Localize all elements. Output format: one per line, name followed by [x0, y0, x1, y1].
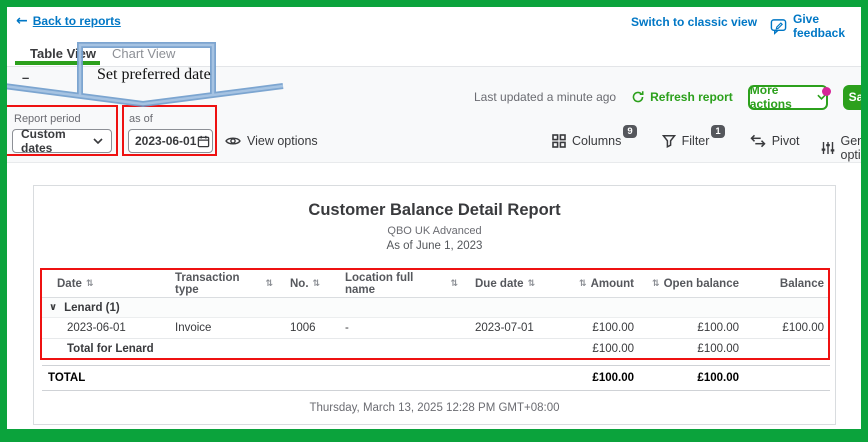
- group-total-open-balance: £100.00: [642, 343, 747, 355]
- app-window: ← Back to reports Switch to classic view…: [0, 0, 868, 442]
- toolbar-actions-row: Last updated a minute ago Refresh report…: [474, 84, 868, 110]
- back-to-reports-link[interactable]: ← Back to reports: [16, 13, 121, 29]
- cell-location: -: [332, 322, 462, 334]
- cell-amount: £100.00: [547, 322, 642, 334]
- col-header-due-date[interactable]: Due date ⇅: [462, 278, 547, 290]
- table-header-row: Date ⇅ Transaction type ⇅ No. ⇅ Location…: [42, 270, 830, 298]
- sort-icon[interactable]: ⇅: [652, 279, 660, 289]
- col-header-transaction-type[interactable]: Transaction type ⇅: [162, 272, 277, 296]
- group-total-label: Total for Lenard: [42, 343, 547, 355]
- as-of-date-input[interactable]: [135, 134, 197, 148]
- filter-count-badge: 1: [711, 125, 724, 138]
- cell-transaction-type: Invoice: [162, 322, 277, 334]
- report-table: Date ⇅ Transaction type ⇅ No. ⇅ Location…: [42, 270, 830, 360]
- refresh-report-label: Refresh report: [650, 90, 733, 104]
- columns-label: Columns: [572, 134, 621, 148]
- last-updated-text: Last updated a minute ago: [474, 90, 616, 104]
- col-label: No.: [290, 278, 309, 290]
- calendar-icon[interactable]: [197, 135, 210, 148]
- general-options-button[interactable]: General options: [821, 128, 868, 162]
- table-row[interactable]: 2023-06-01 Invoice 1006 - 2023-07-01 £10…: [42, 318, 830, 339]
- report-title: Customer Balance Detail Report: [34, 201, 835, 220]
- col-header-date[interactable]: Date ⇅: [42, 278, 162, 290]
- sort-icon[interactable]: ⇅: [265, 279, 273, 289]
- sort-icon[interactable]: ⇅: [450, 279, 458, 289]
- as-of-label: as of: [129, 113, 153, 125]
- sort-icon[interactable]: ⇅: [579, 279, 587, 289]
- col-label: Date: [57, 278, 82, 290]
- collapse-chevron-icon[interactable]: ∨: [49, 302, 57, 313]
- report-card: Customer Balance Detail Report QBO UK Ad…: [33, 185, 836, 425]
- view-options-label: View options: [247, 134, 318, 148]
- sort-icon[interactable]: ⇅: [86, 279, 94, 289]
- col-label: Amount: [591, 278, 634, 290]
- more-actions-button[interactable]: More actions: [748, 85, 828, 110]
- col-label: Open balance: [664, 278, 739, 290]
- col-header-location-full-name[interactable]: Location full name ⇅: [332, 272, 462, 296]
- pivot-button[interactable]: Pivot: [750, 128, 800, 148]
- col-header-amount[interactable]: ⇅ Amount: [547, 278, 642, 290]
- grand-total-section: TOTAL £100.00 £100.00: [42, 365, 830, 391]
- report-asof-line: As of June 1, 2023: [34, 240, 835, 252]
- group-total-row: Total for Lenard £100.00 £100.00: [42, 339, 830, 360]
- more-actions-label: More actions: [750, 83, 812, 111]
- table-tools-row: Columns 9 Filter 1 Pivot: [552, 128, 868, 162]
- switch-to-classic-view-link[interactable]: Switch to classic view: [631, 15, 757, 29]
- filter-button[interactable]: Filter 1: [662, 128, 729, 148]
- pivot-swap-arrows-icon: [750, 134, 766, 148]
- col-header-balance[interactable]: Balance: [747, 278, 830, 290]
- report-company: QBO UK Advanced: [34, 225, 835, 237]
- cell-balance: £100.00: [747, 322, 830, 334]
- report-timestamp: Thursday, March 13, 2025 12:28 PM GMT+08…: [34, 402, 835, 414]
- col-label: Balance: [780, 278, 824, 290]
- give-feedback-link[interactable]: Give feedback: [770, 12, 868, 40]
- grand-total-amount: £100.00: [547, 372, 642, 384]
- cell-no: 1006: [277, 322, 332, 334]
- sort-icon[interactable]: ⇅: [528, 279, 536, 289]
- save-as-button[interactable]: Save As: [843, 85, 868, 110]
- col-label: Transaction type: [175, 272, 261, 296]
- cell-date: 2023-06-01: [42, 322, 162, 334]
- feedback-bubble-pencil-icon: [770, 18, 787, 35]
- as-of-date-field[interactable]: [128, 129, 213, 153]
- sliders-icon: [821, 141, 835, 155]
- sort-icon[interactable]: ⇅: [313, 279, 321, 289]
- view-options-button[interactable]: View options: [225, 134, 318, 148]
- columns-grid-icon: [552, 134, 566, 148]
- save-as-label: Save As: [849, 90, 868, 104]
- eye-icon: [225, 135, 241, 147]
- col-label: Due date: [475, 278, 524, 290]
- report-period-label: Report period: [14, 113, 81, 125]
- chevron-down-icon: [93, 138, 103, 144]
- columns-count-badge: 9: [623, 125, 636, 138]
- tab-chart-view[interactable]: Chart View: [112, 46, 175, 61]
- cell-open-balance: £100.00: [642, 322, 747, 334]
- give-feedback-label: Give feedback: [793, 12, 868, 40]
- left-arrow-icon: ←: [16, 13, 28, 29]
- pivot-label: Pivot: [772, 134, 800, 148]
- refresh-icon: [631, 90, 645, 104]
- collapsed-dash: –: [22, 70, 29, 85]
- group-row-lenard[interactable]: ∨ Lenard (1): [42, 298, 830, 318]
- tab-table-view[interactable]: Table View: [30, 46, 96, 61]
- cell-due-date: 2023-07-01: [462, 322, 547, 334]
- grand-total-open-balance: £100.00: [642, 372, 747, 384]
- active-tab-underline: [15, 61, 100, 65]
- col-header-open-balance[interactable]: ⇅ Open balance: [642, 278, 747, 290]
- grand-total-label: TOTAL: [42, 372, 547, 384]
- grand-total-row: TOTAL £100.00 £100.00: [42, 366, 830, 390]
- filter-funnel-icon: [662, 134, 676, 148]
- filter-label: Filter: [682, 134, 710, 148]
- group-label: Lenard (1): [64, 302, 120, 314]
- col-header-no[interactable]: No. ⇅: [277, 278, 332, 290]
- group-total-amount: £100.00: [547, 343, 642, 355]
- refresh-report-button[interactable]: Refresh report: [631, 90, 733, 104]
- col-label: Location full name: [345, 272, 446, 296]
- back-to-reports-label: Back to reports: [33, 14, 121, 28]
- notification-dot: [822, 87, 831, 96]
- columns-button[interactable]: Columns 9: [552, 128, 641, 148]
- general-options-label: General options: [841, 134, 868, 162]
- report-period-select[interactable]: Custom dates: [12, 129, 112, 153]
- report-period-value: Custom dates: [21, 127, 93, 155]
